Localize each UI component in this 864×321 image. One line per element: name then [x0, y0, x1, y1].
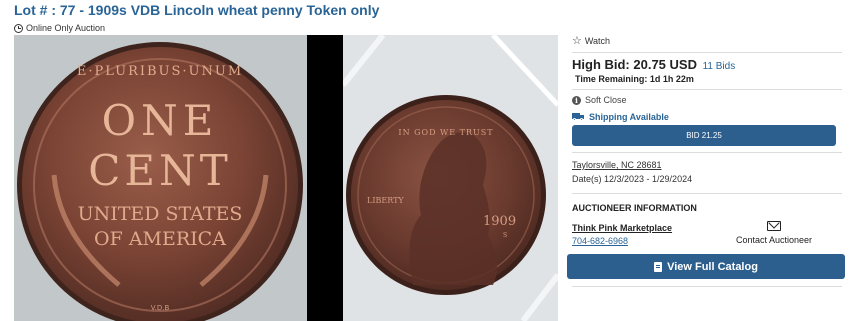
lot-title: Lot # : 77 - 1909s VDB Lincoln wheat pen…: [14, 2, 380, 18]
view-catalog-label: View Full Catalog: [667, 260, 758, 273]
divider: [572, 193, 842, 194]
auction-type-label: Online Only Auction: [26, 23, 106, 33]
coin-text-motto: E·PLURIBUS·UNUM: [77, 64, 243, 79]
coin-text-motto: IN GOD WE TRUST: [398, 128, 493, 137]
location-link[interactable]: Taylorsville, NC 28681: [572, 160, 662, 170]
divider: [572, 89, 842, 90]
auction-dates: Date(s) 12/3/2023 - 1/29/2024: [572, 174, 693, 184]
shipping-label: Shipping Available: [589, 112, 669, 122]
high-bid-label: High Bid: 20.75 USD: [572, 57, 697, 72]
shipping-status: Shipping Available: [572, 112, 669, 122]
divider: [572, 286, 842, 287]
high-bid: High Bid: 20.75 USD 11 Bids: [572, 57, 735, 72]
coin-reverse-photo[interactable]: E·PLURIBUS·UNUM ONE CENT UNITED STATES O…: [14, 35, 307, 321]
coin-text-america: OF AMERICA: [94, 228, 226, 250]
auction-type: Online Only Auction: [14, 23, 105, 33]
bid-panel: ☆ Watch High Bid: 20.75 USD 11 Bids Time…: [566, 30, 846, 321]
coin-reverse-image: E·PLURIBUS·UNUM ONE CENT UNITED STATES O…: [14, 35, 307, 321]
coin-text-vdb: V.D.B: [151, 304, 170, 312]
bids-count-link[interactable]: 11 Bids: [703, 61, 736, 72]
coin-obverse-photo[interactable]: IN GOD WE TRUST LIBERTY 1909 S: [343, 35, 558, 321]
auctioneer-heading: AUCTIONEER INFORMATION: [572, 203, 697, 213]
coin-text-year: 1909: [483, 214, 516, 229]
bid-button[interactable]: BID 21.25: [572, 125, 836, 146]
coin-text-cent: CENT: [88, 146, 232, 195]
coin-text-one: ONE: [102, 96, 219, 145]
coin-text-liberty: LIBERTY: [367, 196, 404, 205]
view-catalog-button[interactable]: View Full Catalog: [567, 254, 845, 279]
truck-icon: [572, 113, 584, 121]
info-icon: i: [572, 95, 581, 105]
coin-obverse-image: IN GOD WE TRUST LIBERTY 1909 S: [343, 35, 558, 321]
book-icon: [654, 261, 663, 272]
photo-separator: [307, 35, 343, 321]
soft-close: i Soft Close: [572, 95, 627, 105]
contact-auctioneer-label: Contact Auctioneer: [735, 235, 813, 245]
contact-auctioneer-button[interactable]: Contact Auctioneer: [734, 221, 814, 245]
soft-close-label: Soft Close: [585, 95, 627, 105]
coin-text-united: UNITED STATES: [78, 203, 243, 225]
watch-button[interactable]: ☆ Watch: [572, 34, 611, 47]
auctioneer-name-link[interactable]: Think Pink Marketplace: [572, 223, 672, 233]
time-remaining: Time Remaining: 1d 1h 22m: [575, 74, 694, 84]
divider: [572, 52, 842, 53]
auctioneer-phone-link[interactable]: 704-682-6968: [572, 236, 628, 246]
coin-text-mint: S: [503, 232, 507, 239]
envelope-icon: [767, 221, 781, 231]
watch-label: Watch: [584, 36, 611, 46]
star-icon: ☆: [572, 34, 582, 47]
divider: [572, 152, 842, 153]
clock-icon: [14, 23, 23, 33]
